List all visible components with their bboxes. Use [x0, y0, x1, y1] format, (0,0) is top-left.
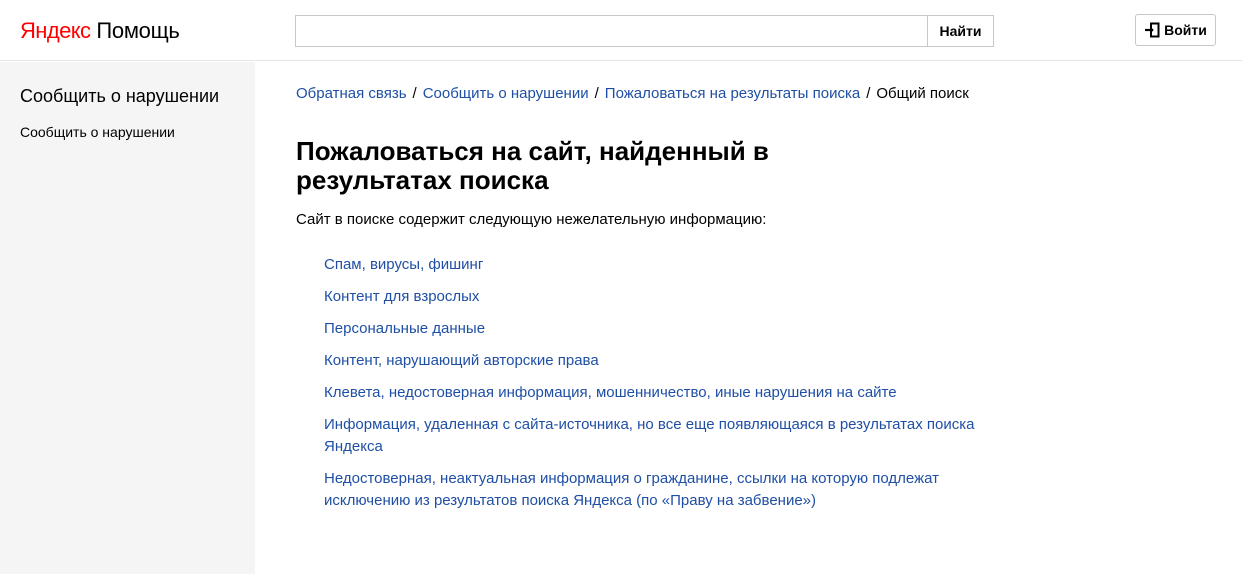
breadcrumb-current: Общий поиск	[876, 85, 969, 102]
breadcrumb-report-violation[interactable]: Сообщить о нарушении	[423, 85, 589, 102]
intro-text: Сайт в поиске содержит следующую нежелат…	[296, 211, 767, 228]
yandex-help-logo[interactable]: Яндекс Помощь	[20, 17, 180, 45]
list-item: Контент для взрослых	[324, 286, 984, 308]
page-title: Пожаловаться на сайт, найденный в резуль…	[296, 136, 769, 195]
complaint-options-list: Спам, вирусы, фишинг Контент для взрослы…	[324, 254, 984, 522]
link-copyright[interactable]: Контент, нарушающий авторские права	[324, 352, 599, 369]
header: Яндекс Помощь Найти Войти	[0, 0, 1242, 61]
list-item: Недостоверная, неактуальная информация о…	[324, 468, 984, 512]
link-personal-data[interactable]: Персональные данные	[324, 320, 485, 337]
link-right-to-be-forgotten[interactable]: Недостоверная, неактуальная информация о…	[324, 470, 939, 509]
breadcrumb-feedback[interactable]: Обратная связь	[296, 85, 407, 102]
breadcrumb: Обратная связь / Сообщить о нарушении / Пожа…	[296, 85, 969, 103]
link-adult-content[interactable]: Контент для взрослых	[324, 288, 479, 305]
breadcrumb-complain-search-results[interactable]: Пожаловаться на результаты поиска	[605, 85, 860, 102]
logo-service-text: Помощь	[96, 18, 180, 43]
list-item: Информация, удаленная с сайта-источника,…	[324, 414, 984, 458]
sidebar-item-report-violation[interactable]: Сообщить о нарушении	[20, 124, 175, 140]
list-item: Контент, нарушающий авторские права	[324, 350, 984, 372]
search-button[interactable]: Найти	[927, 15, 994, 47]
breadcrumb-separator: /	[866, 85, 871, 102]
search-input[interactable]	[295, 15, 927, 47]
login-label: Войти	[1164, 22, 1207, 38]
search-form: Найти	[295, 15, 994, 47]
list-item: Клевета, недостоверная информация, мошен…	[324, 382, 984, 404]
login-button[interactable]: Войти	[1135, 14, 1216, 46]
link-spam-viruses-phishing[interactable]: Спам, вирусы, фишинг	[324, 256, 483, 273]
logo-yandex-text: Яндекс	[20, 18, 91, 43]
list-item: Персональные данные	[324, 318, 984, 340]
breadcrumb-separator: /	[412, 85, 417, 102]
sidebar: Сообщить о нарушении Сообщить о нарушени…	[0, 62, 255, 574]
link-removed-from-source[interactable]: Информация, удаленная с сайта-источника,…	[324, 416, 974, 455]
login-arrow-icon	[1144, 22, 1160, 38]
list-item: Спам, вирусы, фишинг	[324, 254, 984, 276]
breadcrumb-separator: /	[594, 85, 599, 102]
sidebar-title: Сообщить о нарушении	[20, 86, 220, 106]
link-defamation-fraud[interactable]: Клевета, недостоверная информация, мошен…	[324, 384, 897, 401]
